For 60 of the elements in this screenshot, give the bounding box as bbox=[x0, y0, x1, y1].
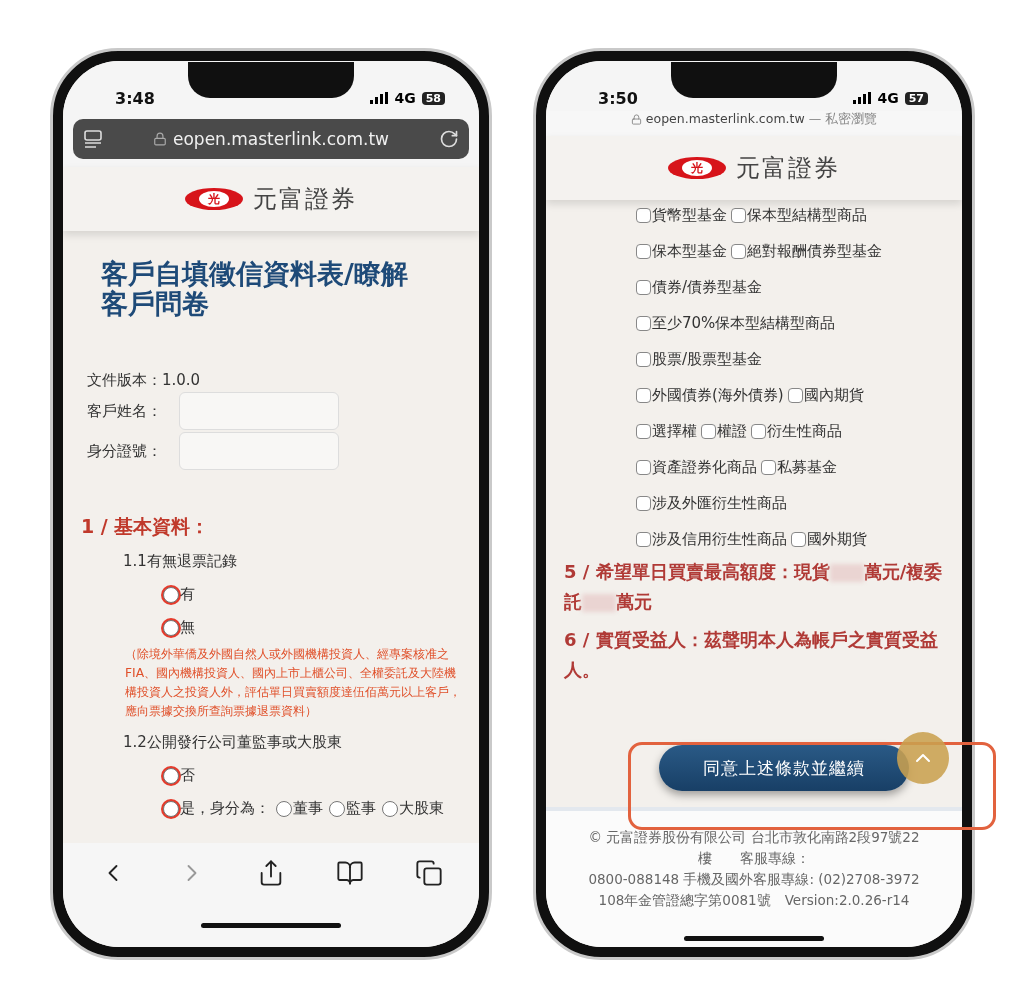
url-text: eopen.masterlink.com.tw bbox=[173, 129, 389, 149]
footer-text: 108年金管證總字第0081號 Version:2.0.26-r14 bbox=[597, 891, 911, 910]
field-label: 客戶姓名： bbox=[87, 401, 163, 421]
checkbox-option[interactable]: 至少70%保本型結構型商品 bbox=[636, 314, 836, 333]
radio-option[interactable]: 有 bbox=[163, 585, 195, 604]
statement-text: 5 / 希望單日買賣最高額度：現貨 萬元/複委託 萬元 bbox=[564, 560, 944, 614]
brand-name: 元富證券 bbox=[736, 153, 840, 184]
checkbox-option[interactable]: 貨幣型基金 bbox=[636, 206, 727, 225]
lock-icon bbox=[630, 114, 642, 125]
radio-option[interactable]: 監事 bbox=[329, 799, 376, 818]
agree-button[interactable]: 同意上述條款並繼續 bbox=[659, 745, 909, 791]
reader-icon bbox=[83, 129, 103, 149]
checkbox-option[interactable]: 權證 bbox=[701, 422, 747, 441]
battery-icon: 58 bbox=[421, 91, 445, 105]
network-label: 4G bbox=[394, 90, 416, 106]
footer-text: © 元富證券股份有限公司 台北市敦化南路2段97號22 bbox=[587, 828, 921, 847]
section-heading: 1 / 基本資料： bbox=[81, 514, 211, 539]
statement-text: 6 / 實質受益人：茲聲明本人為帳戶之實質受益人。 bbox=[564, 628, 939, 682]
checkbox-option[interactable]: 涉及信用衍生性商品 bbox=[636, 530, 787, 549]
address-bar[interactable]: eopen.masterlink.com.tw bbox=[73, 119, 469, 159]
radio-option[interactable]: 是，身分為： bbox=[163, 799, 270, 818]
checkbox-option[interactable]: 選擇權 bbox=[636, 422, 697, 441]
footer-text: 樓 客服專線： bbox=[697, 849, 811, 868]
signal-icon bbox=[853, 92, 872, 104]
footer-text: 0800-088148 手機及國外客服專線: (02)2708-3972 bbox=[587, 870, 921, 889]
status-time: 3:48 bbox=[115, 88, 155, 108]
radio-option[interactable]: 否 bbox=[163, 766, 195, 785]
checkbox-option[interactable]: 股票/股票型基金 bbox=[636, 350, 763, 369]
radio-option[interactable]: 無 bbox=[163, 618, 195, 637]
logo-icon: 光 bbox=[668, 157, 726, 179]
checkbox-option[interactable]: 債券/債券型基金 bbox=[636, 278, 763, 297]
checkbox-option[interactable]: 衍生性商品 bbox=[751, 422, 842, 441]
reload-icon[interactable] bbox=[439, 129, 459, 149]
checkbox-option[interactable]: 外國債券(海外債券) bbox=[636, 386, 784, 405]
checkbox-option[interactable]: 國內期貨 bbox=[787, 386, 864, 405]
network-label: 4G bbox=[877, 90, 899, 106]
checkbox-option[interactable]: 保本型基金 bbox=[636, 242, 727, 261]
checkbox-option[interactable]: 私募基金 bbox=[761, 458, 837, 477]
radio-option[interactable]: 董事 bbox=[276, 799, 323, 818]
url-text: eopen.masterlink.com.tw — 私密瀏覽 bbox=[645, 111, 878, 128]
text-field[interactable] bbox=[179, 392, 339, 430]
lock-icon bbox=[153, 132, 167, 146]
page-title: 客戶自填徵信資料表/瞭解客戶問卷 bbox=[101, 259, 409, 319]
checkbox-option[interactable]: 涉及外匯衍生性商品 bbox=[636, 494, 787, 513]
field-label: 身分證號： bbox=[87, 441, 163, 461]
text-field[interactable] bbox=[179, 432, 339, 470]
radio-option[interactable]: 大股東 bbox=[382, 799, 444, 818]
battery-icon: 57 bbox=[904, 91, 928, 105]
status-time: 3:50 bbox=[598, 88, 638, 108]
logo-icon: 光 bbox=[185, 188, 243, 210]
brand-name: 元富證券 bbox=[253, 184, 357, 215]
question-label: 1.1有無退票記錄 bbox=[123, 552, 238, 571]
question-label: 1.2公開發行公司董監事或大股東 bbox=[123, 733, 343, 752]
checkbox-option[interactable]: 保本型結構型商品 bbox=[731, 206, 867, 225]
checkbox-option[interactable]: 絕對報酬債券型基金 bbox=[731, 242, 882, 261]
checkbox-option[interactable]: 國外期貨 bbox=[791, 530, 867, 549]
version-text: 文件版本：1.0.0 bbox=[87, 371, 202, 390]
checkbox-option[interactable]: 資產證券化商品 bbox=[636, 458, 757, 477]
signal-icon bbox=[370, 92, 389, 104]
note-text: （除境外華僑及外國自然人或外國機構投資人、經專案核准之FIA、國內機構投資人、國內上市上櫃公司、全權委託及大陸機構投資人之投資人外，評估單日買賣額度達伍佰萬元以上客戶，應向票據交換所查詢票據退票資料） bbox=[125, 646, 461, 720]
